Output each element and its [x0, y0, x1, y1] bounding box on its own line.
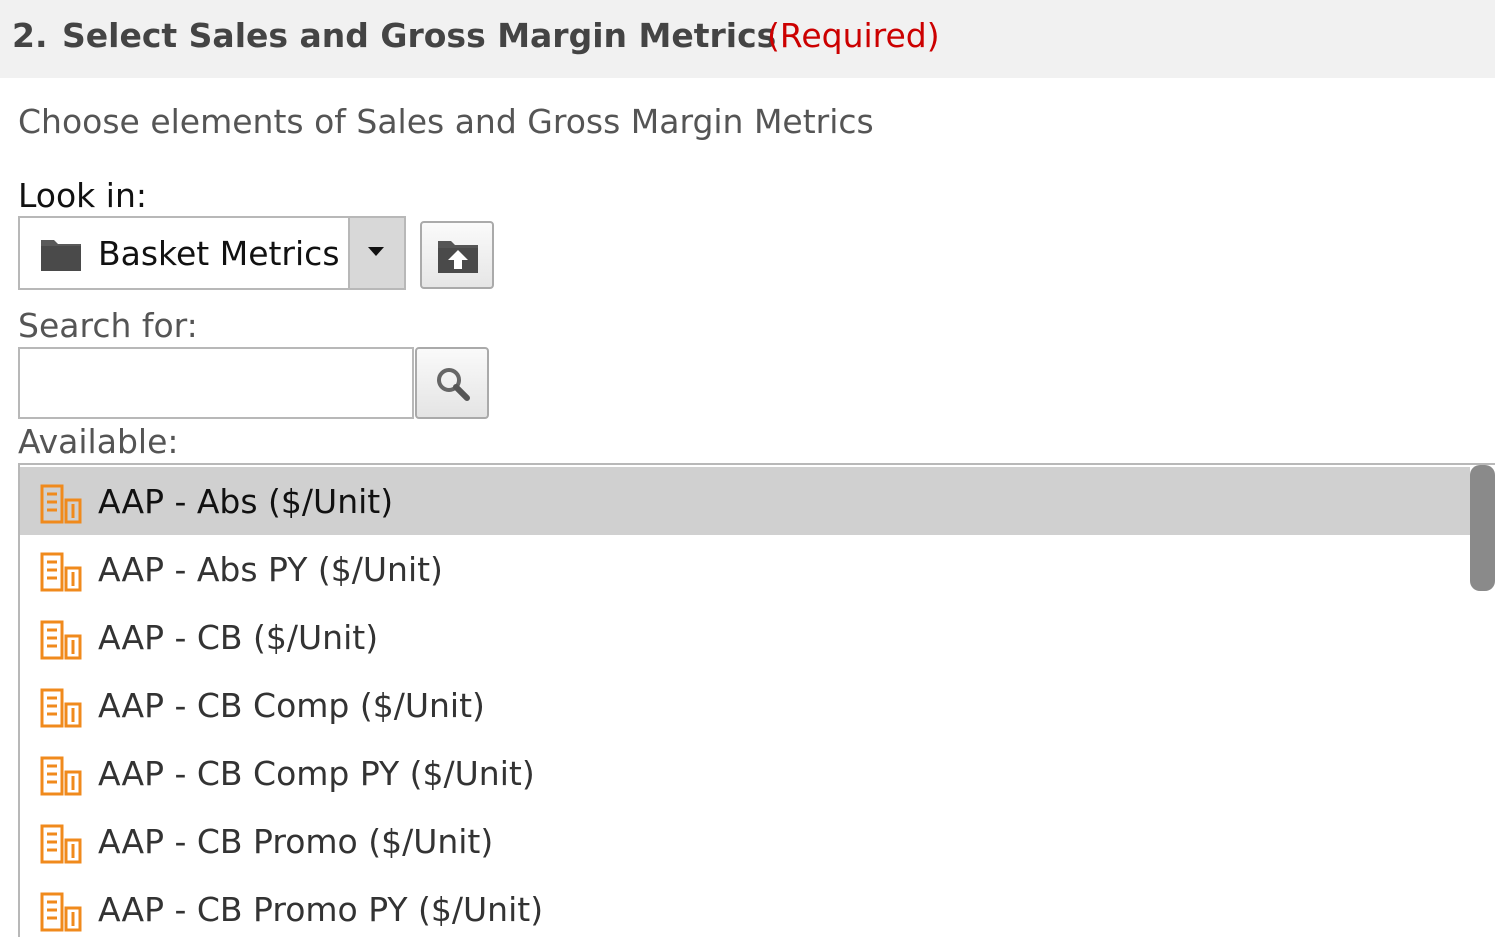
- folder-icon: [40, 236, 82, 272]
- search-input[interactable]: [18, 347, 414, 419]
- metric-icon: [40, 684, 84, 728]
- list-item-label: AAP - CB ($/Unit): [98, 618, 379, 657]
- required-indicator: (Required): [767, 16, 940, 55]
- instructions-text: Choose elements of Sales and Gross Margi…: [18, 102, 874, 141]
- list-item[interactable]: AAP - CB Comp ($/Unit): [20, 671, 1470, 739]
- list-item-label: AAP - Abs ($/Unit): [98, 482, 394, 521]
- look-in-label: Look in:: [18, 176, 147, 215]
- list-item[interactable]: AAP - CB Comp PY ($/Unit): [20, 739, 1470, 807]
- scrollbar-thumb[interactable]: [1470, 465, 1495, 591]
- list-item[interactable]: AAP - CB ($/Unit): [20, 603, 1470, 671]
- step-number: 2.: [12, 16, 48, 55]
- list-item-label: AAP - CB Comp PY ($/Unit): [98, 754, 535, 793]
- look-in-dropdown[interactable]: Basket Metrics: [18, 216, 406, 290]
- list-item[interactable]: AAP - Abs PY ($/Unit): [20, 535, 1470, 603]
- list-item-label: AAP - CB Promo PY ($/Unit): [98, 890, 544, 929]
- available-label: Available:: [18, 422, 179, 461]
- search-label: Search for:: [18, 306, 198, 345]
- list-item[interactable]: AAP - CB Promo ($/Unit): [20, 807, 1470, 875]
- metric-icon: [40, 548, 84, 592]
- look-in-value: Basket Metrics: [98, 234, 340, 273]
- metric-icon: [40, 480, 84, 524]
- list-item[interactable]: AAP - CB Promo PY ($/Unit): [20, 875, 1470, 937]
- metric-icon: [40, 888, 84, 932]
- search-button[interactable]: [415, 347, 489, 419]
- list-item-label: AAP - Abs PY ($/Unit): [98, 550, 443, 589]
- available-list[interactable]: AAP - Abs ($/Unit) AAP - Abs PY ($/Unit)…: [18, 463, 1495, 937]
- list-item-label: AAP - CB Promo ($/Unit): [98, 822, 494, 861]
- section-header: 2. Select Sales and Gross Margin Metrics…: [0, 0, 1495, 78]
- section-title: Select Sales and Gross Margin Metrics: [62, 16, 777, 55]
- list-item-label: AAP - CB Comp ($/Unit): [98, 686, 485, 725]
- chevron-down-icon[interactable]: [348, 218, 404, 288]
- metric-icon: [40, 820, 84, 864]
- metric-icon: [40, 616, 84, 660]
- list-item[interactable]: AAP - Abs ($/Unit): [20, 467, 1470, 535]
- metric-icon: [40, 752, 84, 796]
- up-folder-button[interactable]: [420, 221, 494, 289]
